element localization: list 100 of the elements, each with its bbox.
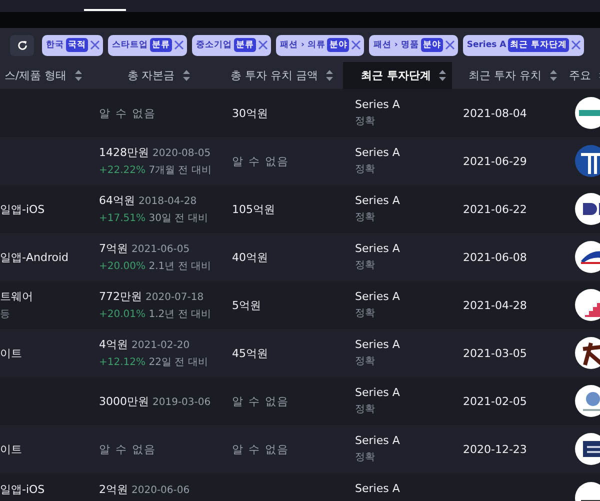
filter-label: 패션 › 의류: [280, 39, 326, 51]
accuracy-text: 정확: [355, 451, 376, 464]
change-percent: +22.22%: [99, 165, 146, 176]
table-cell-text: 105억원: [232, 202, 276, 216]
filter-label: Series A: [466, 40, 506, 50]
column-header[interactable]: 총 자본금: [127, 68, 175, 83]
filter-chip[interactable]: 한국 국적: [42, 34, 103, 56]
filter-chip[interactable]: 중소기업 분류: [192, 34, 271, 56]
filter-category: 분야: [420, 38, 443, 52]
table-cell-text: 2021-04-28: [463, 298, 528, 312]
capital-amount: 64억원: [99, 194, 135, 207]
filter-category: 분류: [150, 38, 172, 52]
table-cell-text: 45억원: [232, 346, 269, 360]
capital-amount: 2억원: [99, 483, 128, 496]
change-period: 22일 전 대비: [148, 357, 208, 368]
capital-amount: 772만원: [99, 290, 142, 303]
table-cell-text: 2021-03-05: [463, 346, 528, 360]
change-percent: +20.00%: [99, 261, 146, 272]
stage-text: Series A: [355, 386, 401, 399]
capital-date: 2021-06-05: [132, 244, 190, 255]
table-cell-text: 2021-08-04: [463, 106, 528, 120]
company-logo-icon: [575, 241, 600, 273]
filter-category: 최근 투자단계: [508, 38, 570, 52]
capital-amount: 4억원: [99, 338, 128, 351]
stage-text: Series A: [355, 194, 401, 207]
capital-date: 2021-02-20: [132, 340, 190, 351]
filter-label: 한국: [46, 39, 64, 51]
company-logo-icon: [575, 193, 600, 225]
filter-category: 분류: [234, 38, 256, 52]
table-cell-text: 일앱-Android: [0, 250, 70, 264]
selected-tab-indicator: [84, 9, 126, 11]
capital-amount: 7억원: [99, 242, 128, 255]
table-cell-text: 2021-06-08: [463, 250, 528, 264]
table-cell-text: 알 수 없음: [232, 442, 290, 456]
table-cell-text: 5억원: [232, 298, 262, 312]
remove-icon[interactable]: [571, 40, 582, 50]
filter-chip[interactable]: 패션 › 명품 분야: [369, 34, 458, 56]
capital-amount: 3000만원: [99, 394, 149, 408]
accuracy-text: 정확: [355, 403, 376, 416]
remove-icon[interactable]: [351, 40, 362, 50]
column-header[interactable]: 총 투자 유치 금액: [230, 68, 318, 83]
table-cell-text: 알 수 없음: [99, 442, 157, 456]
change-period: 1.2년 전 대비: [148, 309, 211, 320]
table-cell-text: 알 수 없음: [232, 154, 290, 168]
column-header[interactable]: 주요: [569, 68, 591, 83]
table-cell-text: 알 수 없음: [99, 106, 157, 120]
table-cell-text: 등: [0, 308, 11, 321]
sort-icon[interactable]: [182, 70, 190, 81]
stage-text: Series A: [355, 146, 401, 159]
change-period: 7개월 전 대비: [148, 165, 212, 176]
refresh-button[interactable]: [10, 34, 34, 56]
filter-label: 중소기업: [196, 39, 232, 51]
capital-date: 2018-04-28: [138, 196, 197, 207]
table-cell-text: 트웨어: [0, 289, 34, 304]
accuracy-text: 정확: [355, 211, 376, 224]
table-cell-text: 2021-06-22: [463, 202, 528, 216]
remove-icon[interactable]: [90, 40, 100, 50]
capital-date: 2020-07-18: [146, 292, 204, 303]
table-cell-text: 40억원: [232, 250, 269, 264]
remove-icon[interactable]: [174, 40, 184, 50]
filter-category: 국적: [66, 38, 88, 52]
change-percent: +20.01%: [99, 309, 146, 320]
capital-date: 2019-03-06: [152, 396, 211, 408]
sort-icon[interactable]: [550, 70, 556, 81]
remove-icon[interactable]: [444, 40, 455, 50]
stage-text: Series A: [355, 338, 401, 351]
table-cell-text: 2021-02-05: [463, 394, 528, 408]
company-logo-icon: [575, 433, 600, 465]
stage-text: Series A: [355, 434, 401, 447]
filter-chip[interactable]: 패션 › 의류 분야: [276, 34, 364, 56]
remove-icon[interactable]: [258, 40, 268, 50]
column-header[interactable]: 스/제품 형태: [4, 68, 67, 83]
company-logo-icon: [575, 385, 600, 417]
column-header[interactable]: 최근 투자 유치: [468, 68, 542, 83]
stage-text: Series A: [355, 482, 401, 495]
sort-icon[interactable]: [326, 70, 333, 81]
filter-category: 분야: [327, 38, 350, 52]
sort-icon[interactable]: [74, 70, 82, 81]
company-logo-icon: [575, 337, 600, 369]
table-cell-text: 30억원: [232, 106, 269, 120]
change-percent: +12.12%: [99, 357, 146, 368]
accuracy-text: 정확: [355, 259, 376, 272]
table-cell-text: 2020-12-23: [463, 442, 528, 456]
sort-icon[interactable]: [438, 70, 446, 81]
accuracy-text: 정확: [355, 355, 376, 368]
table-cell-text: 알 수 없음: [232, 394, 290, 408]
table-cell-text: 이트: [0, 346, 23, 360]
table-cell-text: 이트: [0, 442, 23, 456]
stage-text: Series A: [355, 290, 401, 303]
filter-chip[interactable]: Series A 최근 투자단계: [462, 34, 584, 56]
capital-date: 2020-08-05: [152, 148, 211, 159]
change-period: 30일 전 대비: [148, 213, 208, 224]
stage-text: Series A: [355, 98, 401, 111]
company-logo-icon: [575, 97, 600, 129]
filter-label: 패션 › 명품: [373, 39, 419, 51]
refresh-icon: [16, 40, 28, 50]
accuracy-text: 정확: [355, 115, 376, 128]
filter-label: 스타트업: [112, 39, 148, 51]
filter-chip[interactable]: 스타트업 분류: [108, 34, 187, 56]
change-period: 2.1년 전 대비: [148, 261, 211, 272]
